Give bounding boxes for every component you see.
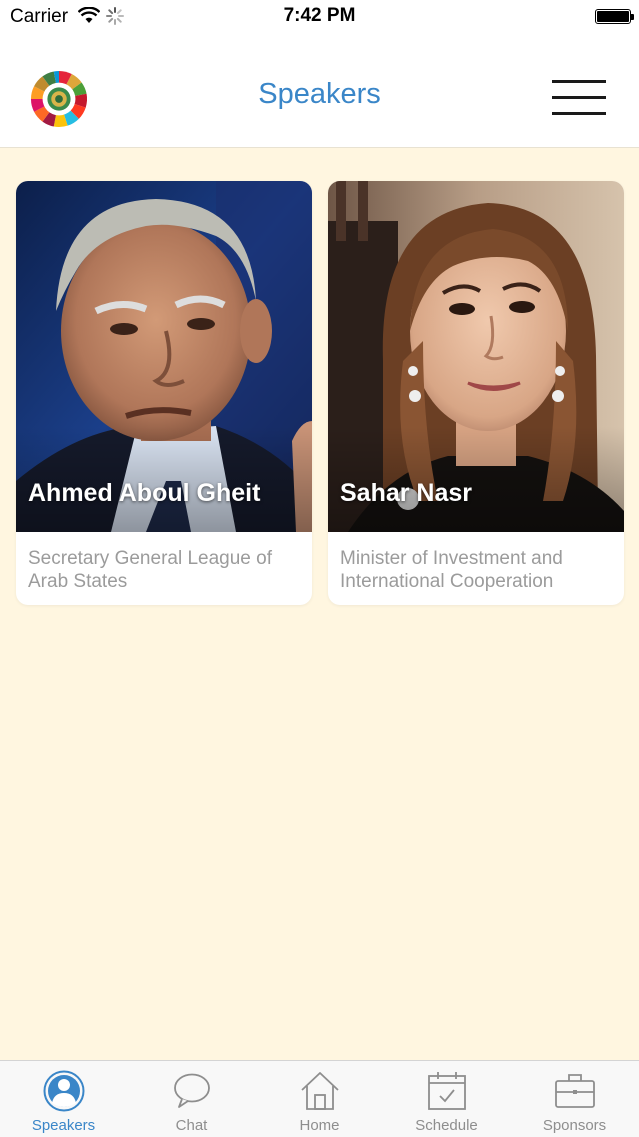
tab-label: Sponsors: [542, 1117, 607, 1134]
speaker-name: Sahar Nasr: [340, 479, 473, 507]
nav-bar: Speakers: [0, 36, 639, 148]
tab-label: Home: [299, 1117, 340, 1134]
page-title: Speakers: [258, 78, 381, 110]
speaker-card[interactable]: Ahmed Aboul Gheit Secretary General Leag…: [16, 181, 312, 605]
tab-sponsors[interactable]: Sponsors: [511, 1061, 638, 1137]
speech-bubble-icon: [174, 1073, 210, 1108]
calendar-icon: [428, 1072, 466, 1110]
tab-schedule[interactable]: Schedule: [383, 1061, 510, 1137]
battery-icon: [595, 9, 634, 24]
tab-label: Schedule: [415, 1117, 478, 1134]
speaker-card[interactable]: Sahar Nasr Minister of Investment and In…: [328, 181, 624, 605]
briefcase-icon: [555, 1074, 595, 1108]
tab-label: Chat: [175, 1117, 208, 1134]
speaker-name: Ahmed Aboul Gheit: [28, 479, 261, 507]
status-time: 7:42 PM: [283, 5, 356, 26]
tab-speakers[interactable]: Speakers: [0, 1061, 127, 1137]
status-bar: Carrier 7:42 PM: [0, 0, 639, 36]
speaker-title: Secretary General League of Arab States: [28, 548, 272, 592]
tab-home[interactable]: Home: [256, 1061, 383, 1137]
tab-label: Speakers: [31, 1117, 96, 1134]
person-circle-icon: [43, 1070, 85, 1112]
house-icon: [301, 1072, 339, 1110]
hamburger-menu-icon[interactable]: [552, 80, 606, 116]
speaker-title: Minister of Investment and International…: [340, 548, 563, 592]
tab-chat[interactable]: Chat: [128, 1061, 255, 1137]
tab-bar: Speakers Chat Home Schedule Sponsors: [0, 1060, 639, 1137]
